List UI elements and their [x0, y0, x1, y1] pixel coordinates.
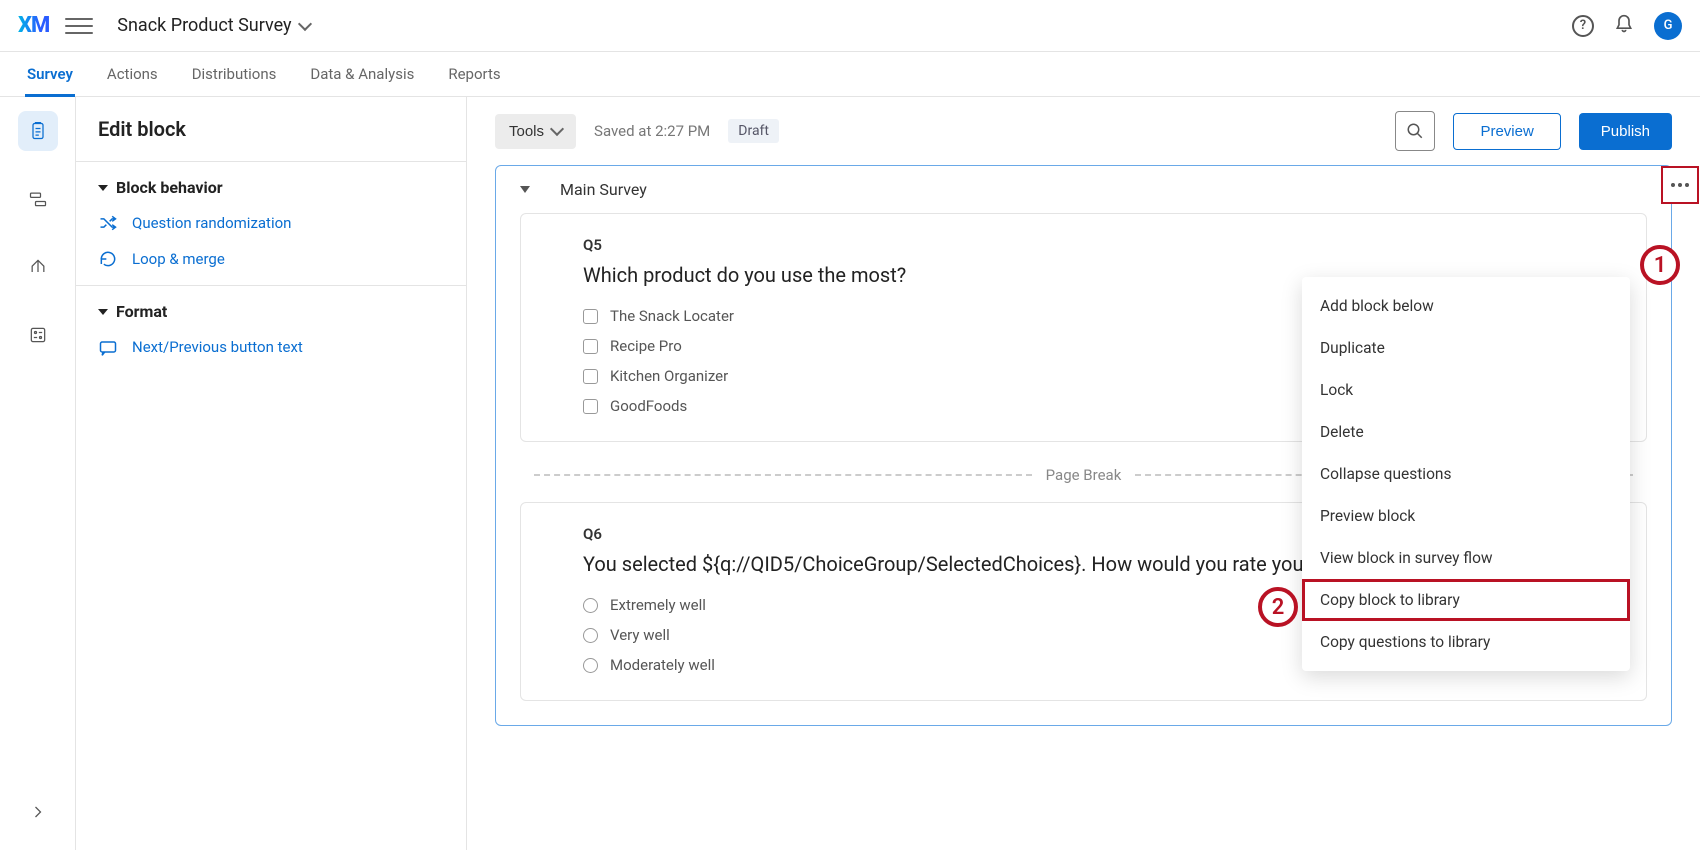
project-title-text: Snack Product Survey	[117, 15, 291, 36]
tools-dropdown[interactable]: Tools	[495, 114, 576, 149]
choice-label: Extremely well	[610, 596, 706, 614]
rail-flow-icon[interactable]	[18, 179, 58, 219]
menu-delete[interactable]: Delete	[1302, 411, 1630, 453]
checkbox-icon	[583, 339, 598, 354]
nav-button-text-label: Next/Previous button text	[132, 338, 303, 356]
choice-label: Kitchen Organizer	[610, 367, 728, 385]
rail-look-feel-icon[interactable]	[18, 247, 58, 287]
menu-preview-block[interactable]: Preview block	[1302, 495, 1630, 537]
annotation-callout-1: 1	[1640, 245, 1680, 285]
saved-status: Saved at 2:27 PM	[594, 122, 710, 140]
left-rail	[0, 97, 76, 850]
block-actions-menu: Add block below Duplicate Lock Delete Co…	[1302, 277, 1630, 671]
user-avatar[interactable]: G	[1654, 12, 1682, 40]
checkbox-icon	[583, 369, 598, 384]
tab-reports[interactable]: Reports	[448, 52, 500, 96]
radio-icon	[583, 628, 598, 643]
question-randomization-label: Question randomization	[132, 214, 291, 232]
section-block-behavior[interactable]: Block behavior	[98, 178, 444, 197]
choice-label: Moderately well	[610, 656, 715, 674]
help-icon[interactable]: ?	[1572, 15, 1594, 37]
xm-logo: XM	[18, 13, 49, 38]
panel-title: Edit block	[76, 117, 466, 161]
menu-collapse-questions[interactable]: Collapse questions	[1302, 453, 1630, 495]
rail-expand-icon[interactable]	[18, 792, 58, 832]
notifications-icon[interactable]	[1614, 14, 1634, 38]
choice-label: The Snack Locater	[610, 307, 734, 325]
draft-badge: Draft	[728, 119, 779, 143]
more-icon	[1671, 183, 1689, 187]
publish-button[interactable]: Publish	[1579, 113, 1672, 150]
menu-add-block-below[interactable]: Add block below	[1302, 285, 1630, 327]
loop-merge-label: Loop & merge	[132, 250, 225, 268]
caret-down-icon	[98, 309, 108, 315]
search-button[interactable]	[1395, 111, 1435, 151]
chevron-down-icon	[297, 16, 311, 30]
chevron-down-icon	[550, 122, 564, 136]
checkbox-icon	[583, 309, 598, 324]
rail-options-icon[interactable]	[18, 315, 58, 355]
question-id: Q5	[583, 236, 1584, 254]
tools-label: Tools	[509, 123, 544, 140]
choice-label: Very well	[610, 626, 670, 644]
menu-duplicate[interactable]: Duplicate	[1302, 327, 1630, 369]
radio-icon	[583, 658, 598, 673]
menu-copy-block-to-library[interactable]: Copy block to library	[1302, 579, 1630, 621]
section-block-behavior-label: Block behavior	[116, 178, 223, 197]
choice-label: Recipe Pro	[610, 337, 682, 355]
preview-button[interactable]: Preview	[1453, 113, 1560, 150]
block-name[interactable]: Main Survey	[560, 180, 647, 199]
menu-view-in-flow[interactable]: View block in survey flow	[1302, 537, 1630, 579]
menu-copy-questions-to-library[interactable]: Copy questions to library	[1302, 621, 1630, 663]
checkbox-icon	[583, 399, 598, 414]
project-title-dropdown[interactable]: Snack Product Survey	[117, 15, 309, 36]
section-format-label: Format	[116, 302, 167, 321]
menu-lock[interactable]: Lock	[1302, 369, 1630, 411]
section-format[interactable]: Format	[98, 302, 444, 321]
page-break-label: Page Break	[1046, 466, 1122, 484]
main-menu-button[interactable]	[65, 12, 93, 40]
tab-distributions[interactable]: Distributions	[192, 52, 277, 96]
annotation-callout-2: 2	[1258, 587, 1298, 627]
block-collapse-caret[interactable]	[520, 186, 530, 193]
caret-down-icon	[98, 185, 108, 191]
radio-icon	[583, 598, 598, 613]
tab-actions[interactable]: Actions	[107, 52, 158, 96]
rail-builder-icon[interactable]	[18, 111, 58, 151]
question-randomization-link[interactable]: Question randomization	[98, 197, 444, 233]
choice-label: GoodFoods	[610, 397, 687, 415]
primary-nav: Survey Actions Distributions Data & Anal…	[0, 52, 1700, 97]
tab-survey[interactable]: Survey	[27, 52, 73, 96]
tab-data-analysis[interactable]: Data & Analysis	[310, 52, 414, 96]
nav-button-text-link[interactable]: Next/Previous button text	[98, 321, 444, 357]
edit-block-panel: Edit block Block behavior Question rando…	[76, 97, 467, 850]
loop-merge-link[interactable]: Loop & merge	[98, 233, 444, 269]
block-actions-button[interactable]	[1661, 166, 1699, 204]
